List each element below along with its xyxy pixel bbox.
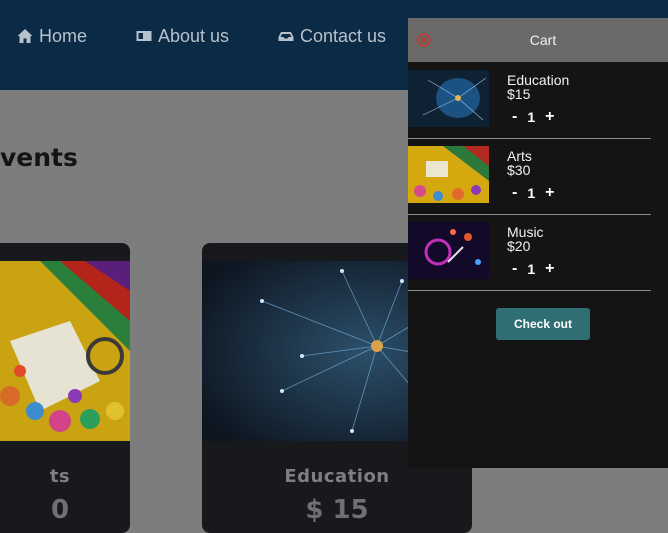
- cart-item: Arts $30 - 1 +: [408, 138, 651, 215]
- cart-panel: Cart Education $15 - 1 + Arts $30 - 1 + …: [408, 18, 668, 468]
- quantity-stepper: - 1 +: [512, 184, 554, 202]
- event-card-arts[interactable]: ts 0: [0, 243, 130, 533]
- nav-about[interactable]: About us: [136, 26, 229, 46]
- cart-item-thumbnail-education: [408, 70, 489, 127]
- nav-home[interactable]: Home: [17, 26, 87, 46]
- cart-item-thumbnail-arts: [408, 146, 489, 203]
- nav-contact-label: Contact us: [300, 25, 387, 46]
- cart-item-price: $15: [507, 86, 531, 102]
- checkout-button[interactable]: Check out: [496, 308, 590, 340]
- event-card-title: ts: [49, 466, 71, 487]
- event-image-arts: [0, 261, 130, 441]
- event-card-price: 0: [50, 495, 70, 525]
- cart-item-thumbnail-music: [408, 222, 489, 279]
- cart-title: Cart: [529, 32, 557, 48]
- quantity-value: 1: [527, 185, 536, 201]
- id-card-icon: [136, 31, 152, 41]
- quantity-stepper: - 1 +: [512, 108, 554, 126]
- decrease-quantity-button[interactable]: -: [512, 260, 517, 278]
- cart-item: Music $20 - 1 +: [408, 214, 651, 291]
- home-icon: [17, 29, 33, 43]
- cart-item: Education $15 - 1 +: [408, 62, 651, 139]
- event-card-price: $ 15: [305, 495, 369, 525]
- cart-item-price: $30: [507, 162, 531, 178]
- nav-contact[interactable]: Contact us: [278, 26, 386, 46]
- increase-quantity-button[interactable]: +: [545, 184, 554, 202]
- inbox-icon: [278, 32, 294, 41]
- nav-home-label: Home: [39, 25, 88, 46]
- quantity-stepper: - 1 +: [512, 260, 554, 278]
- event-card-title: Education: [284, 466, 390, 487]
- cart-item-price: $20: [507, 238, 531, 254]
- quantity-value: 1: [527, 109, 536, 125]
- increase-quantity-button[interactable]: +: [545, 260, 554, 278]
- quantity-value: 1: [527, 261, 536, 277]
- cart-header: Cart: [408, 18, 668, 62]
- page-title: vents: [0, 143, 78, 172]
- nav-about-label: About us: [158, 25, 230, 46]
- decrease-quantity-button[interactable]: -: [512, 184, 517, 202]
- decrease-quantity-button[interactable]: -: [512, 108, 517, 126]
- increase-quantity-button[interactable]: +: [545, 108, 554, 126]
